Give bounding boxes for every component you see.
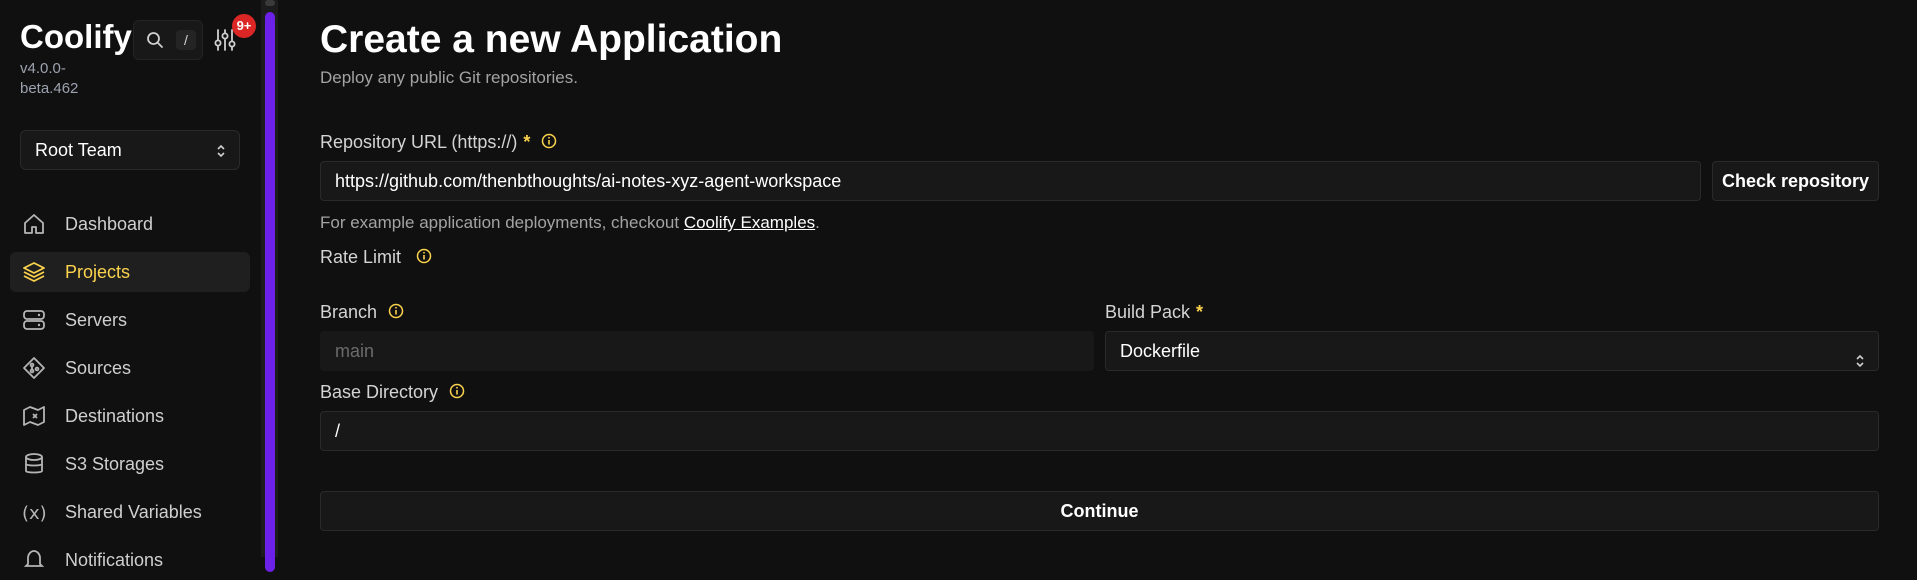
- chevron-updown-icon: [215, 143, 227, 164]
- sidebar-scrollbar-thumb[interactable]: [265, 12, 275, 572]
- base-directory-label-text: Base Directory: [320, 382, 439, 402]
- build-pack-select-value: Dockerfile: [1120, 341, 1201, 361]
- base-directory-input[interactable]: /: [320, 411, 1879, 451]
- team-select-value: Root Team: [35, 140, 122, 160]
- help-suffix: .: [815, 213, 820, 232]
- bell-icon: [22, 548, 46, 572]
- sidebar-item-label: Dashboard: [65, 214, 154, 234]
- search-icon: [146, 31, 164, 54]
- repository-url-label-text: Repository URL (https://): [320, 132, 518, 152]
- required-asterisk: *: [523, 132, 531, 152]
- info-icon[interactable]: [416, 248, 432, 269]
- continue-button[interactable]: Continue: [320, 491, 1879, 531]
- build-pack-select[interactable]: Dockerfile: [1105, 331, 1879, 371]
- page-title: Create a new Application: [320, 18, 783, 61]
- branch-label-text: Branch: [320, 302, 378, 322]
- sidebar-item-notifications[interactable]: Notifications: [10, 540, 250, 580]
- page-subtitle: Deploy any public Git repositories.: [320, 68, 578, 87]
- app-logo-text[interactable]: Coolify: [20, 18, 132, 56]
- rate-limit-label: Rate Limit: [320, 247, 432, 269]
- variable-icon: (x): [22, 500, 47, 524]
- required-asterisk: *: [1196, 302, 1204, 322]
- database-icon: [22, 452, 46, 476]
- sidebar-item-label: Sources: [65, 358, 132, 378]
- sidebar-item-label: Destinations: [65, 406, 165, 426]
- sidebar: Coolify v4.0.0-beta.462 / 9+ Root Team D…: [0, 0, 261, 570]
- app-version: v4.0.0-beta.462: [20, 60, 79, 97]
- sidebar-item-label: Projects: [65, 262, 131, 282]
- sidebar-item-s3-storages[interactable]: S3 Storages: [10, 444, 250, 484]
- sidebar-item-sources[interactable]: Sources: [10, 348, 250, 388]
- git-icon: [22, 356, 46, 380]
- info-icon[interactable]: [541, 133, 557, 154]
- sidebar-item-label: Notifications: [65, 550, 164, 570]
- sidebar-item-servers[interactable]: Servers: [10, 300, 250, 340]
- server-icon: [22, 308, 46, 332]
- main-content: Create a new Application Deploy any publ…: [320, 0, 1880, 557]
- coolify-examples-link[interactable]: Coolify Examples: [684, 213, 815, 232]
- check-repository-button[interactable]: Check repository: [1712, 161, 1879, 201]
- svg-text:(x): (x): [22, 503, 47, 524]
- repository-url-input[interactable]: https://github.com/thenbthoughts/ai-note…: [320, 161, 1701, 201]
- sidebar-item-destinations[interactable]: Destinations: [10, 396, 250, 436]
- sidebar-scrollbar-cap: [265, 0, 275, 6]
- search-button[interactable]: /: [133, 20, 203, 60]
- team-select[interactable]: Root Team: [20, 130, 240, 170]
- base-directory-label: Base Directory: [320, 382, 465, 404]
- search-shortcut-key: /: [176, 30, 196, 50]
- layers-icon: [22, 260, 46, 284]
- help-prefix: For example application deployments, che…: [320, 213, 680, 232]
- branch-input[interactable]: main: [320, 331, 1094, 371]
- info-icon[interactable]: [388, 303, 404, 324]
- examples-help-text: For example application deployments, che…: [320, 213, 820, 233]
- home-icon: [22, 212, 46, 236]
- notification-badge[interactable]: 9+: [232, 14, 256, 38]
- branch-label: Branch: [320, 302, 404, 324]
- repository-url-label: Repository URL (https://) *: [320, 132, 557, 154]
- info-icon[interactable]: [449, 383, 465, 404]
- rate-limit-label-text: Rate Limit: [320, 247, 402, 267]
- sidebar-item-label: S3 Storages: [65, 454, 165, 474]
- sidebar-item-label: Servers: [65, 310, 128, 330]
- sidebar-item-projects[interactable]: Projects: [10, 252, 250, 292]
- sliders-icon[interactable]: [214, 28, 236, 57]
- sidebar-item-dashboard[interactable]: Dashboard: [10, 204, 250, 244]
- sidebar-item-label: Shared Variables: [65, 502, 202, 522]
- map-icon: [22, 404, 46, 428]
- chevron-updown-icon: [1854, 344, 1866, 370]
- sidebar-item-shared-variables[interactable]: (x) Shared Variables: [10, 492, 250, 532]
- build-pack-label: Build Pack *: [1105, 302, 1203, 323]
- build-pack-label-text: Build Pack: [1105, 302, 1191, 322]
